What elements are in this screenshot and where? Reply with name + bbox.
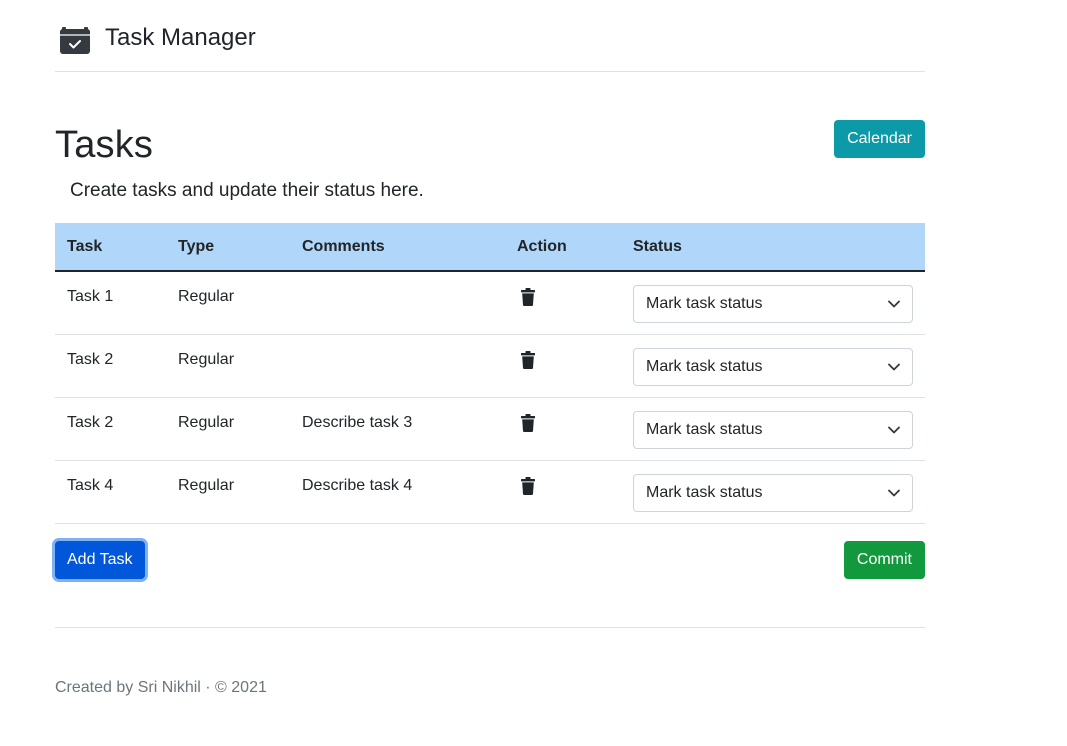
page-container: Task Manager Tasks Calendar Create tasks…: [55, 0, 925, 696]
chevron-down-icon: [888, 300, 900, 308]
task-comments-cell: [290, 271, 505, 335]
task-action-cell: [505, 334, 621, 398]
task-type-cell: Regular: [166, 397, 290, 461]
task-status-cell: Mark task status: [621, 334, 925, 398]
calendar-button[interactable]: Calendar: [834, 120, 925, 158]
page-subtitle: Create tasks and update their status her…: [70, 180, 424, 201]
task-status-cell: Mark task status: [621, 460, 925, 524]
task-name-cell: Task 2: [55, 334, 166, 398]
title-row: Tasks Calendar Create tasks and update t…: [55, 72, 925, 201]
table-row: Task 2 Regular Mark task status: [55, 334, 925, 398]
chevron-down-icon: [888, 426, 900, 433]
app-title: Task Manager: [105, 23, 256, 51]
calendar-check-icon: [60, 26, 90, 54]
task-type-cell: Regular: [166, 271, 290, 335]
table-row: Task 4 Regular Describe task 4 Mark task…: [55, 460, 925, 524]
column-header-type: Type: [166, 223, 290, 272]
task-comments-cell: Describe task 4: [290, 460, 505, 524]
footer-text: Created by Sri Nikhil · © 2021: [55, 679, 267, 696]
status-select[interactable]: Mark task status: [633, 347, 913, 386]
trash-icon[interactable]: [521, 350, 535, 369]
task-name-cell: Task 4: [55, 460, 166, 524]
table-body: Task 1 Regular Mark task status Task 2 R…: [55, 271, 925, 524]
status-select-value: Mark task status: [646, 357, 763, 375]
trash-icon[interactable]: [521, 413, 535, 432]
task-comments-cell: Describe task 3: [290, 397, 505, 461]
task-table: Task Type Comments Action Status Task 1 …: [55, 223, 925, 524]
app-header: Task Manager: [55, 0, 925, 72]
task-action-cell: [505, 397, 621, 461]
status-select[interactable]: Mark task status: [633, 410, 913, 449]
column-header-action: Action: [505, 223, 621, 272]
column-header-status: Status: [621, 223, 925, 272]
task-name-cell: Task 2: [55, 397, 166, 461]
page-title: Tasks: [55, 124, 154, 166]
task-action-cell: [505, 460, 621, 524]
column-header-comments: Comments: [290, 223, 505, 272]
chevron-down-icon: [888, 363, 900, 370]
status-select[interactable]: Mark task status: [633, 473, 913, 512]
status-select-value: Mark task status: [646, 483, 763, 501]
table-header-row: Task Type Comments Action Status: [55, 223, 925, 272]
task-type-cell: Regular: [166, 334, 290, 398]
column-header-task: Task: [55, 223, 166, 272]
task-type-cell: Regular: [166, 460, 290, 524]
status-select-value: Mark task status: [646, 295, 763, 312]
table-header: Task Type Comments Action Status: [55, 223, 925, 272]
commit-button[interactable]: Commit: [843, 541, 925, 579]
trash-icon[interactable]: [521, 476, 535, 495]
status-select[interactable]: Mark task status: [633, 285, 913, 323]
trash-icon[interactable]: [521, 288, 535, 306]
task-status-cell: Mark task status: [621, 271, 925, 335]
table-row: Task 1 Regular Mark task status: [55, 271, 925, 335]
task-name-cell: Task 1: [55, 271, 166, 335]
footer-divider: [55, 627, 925, 628]
chevron-down-icon: [888, 489, 900, 496]
task-action-cell: [505, 271, 621, 335]
add-task-button[interactable]: Add Task: [55, 541, 145, 579]
status-select-value: Mark task status: [646, 420, 763, 438]
task-comments-cell: [290, 334, 505, 398]
table-row: Task 2 Regular Describe task 3 Mark task…: [55, 397, 925, 461]
task-status-cell: Mark task status: [621, 397, 925, 461]
